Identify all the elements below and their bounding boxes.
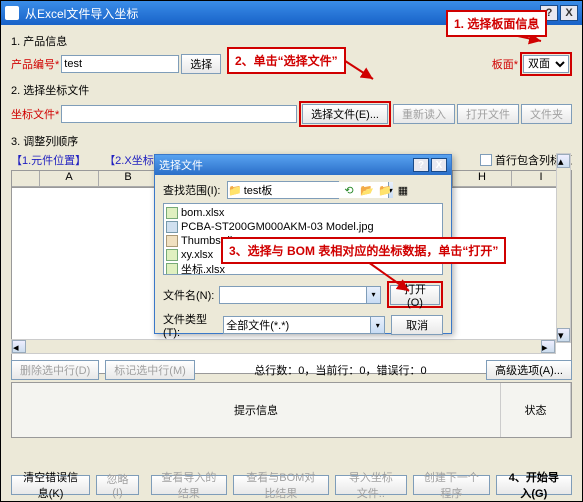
lookin-combo[interactable]: 📁 ▾: [227, 181, 339, 199]
jpg-icon: [166, 221, 178, 233]
xlsx-icon: [166, 249, 178, 261]
view-bom-compare-button[interactable]: 查看与BOM对比结果: [233, 475, 328, 495]
open-file-button[interactable]: 打开文件: [457, 104, 519, 124]
section3-label: 3. 调整列顺序: [11, 133, 572, 149]
ignore-button[interactable]: 忽略(I): [96, 475, 139, 495]
grid-header[interactable]: A: [40, 171, 99, 187]
delete-selected-button[interactable]: 删除选中行(D): [11, 360, 99, 380]
db-icon: [166, 235, 178, 247]
grid-corner: [12, 171, 40, 187]
clear-errors-button[interactable]: 清空错误信息(K): [11, 475, 90, 495]
side-select[interactable]: 双面: [523, 55, 569, 73]
chevron-down-icon[interactable]: ▾: [370, 317, 384, 333]
annotation-2: 2、单击“选择文件”: [227, 47, 346, 74]
back-icon[interactable]: ⟲: [341, 182, 357, 198]
choose-file-button[interactable]: 选择文件(E)...: [302, 104, 388, 124]
chevron-down-icon[interactable]: ▾: [366, 287, 380, 303]
product-number-label: 产品编号*: [11, 56, 59, 72]
grid-header[interactable]: B: [99, 171, 158, 187]
file-dialog-close-button[interactable]: X: [431, 158, 447, 172]
folder-button[interactable]: 文件夹: [521, 104, 572, 124]
filename-label: 文件名(N):: [163, 287, 217, 303]
advanced-options-button[interactable]: 高级选项(A)...: [486, 360, 572, 380]
side-label: 板面*: [492, 56, 518, 72]
row-counter-label: 总行数：0，当前行：0，错误行：0: [254, 362, 426, 378]
filename-combo[interactable]: ▾: [219, 286, 381, 304]
dialog-cancel-button[interactable]: 取消: [391, 315, 443, 335]
new-folder-icon[interactable]: 📁: [377, 182, 393, 198]
scroll-left-button[interactable]: ◂: [12, 340, 26, 353]
up-folder-icon[interactable]: 📂: [359, 182, 375, 198]
close-button[interactable]: X: [560, 5, 578, 21]
filetype-input[interactable]: [224, 317, 370, 333]
vertical-scrollbar[interactable]: ▴ ▾: [556, 153, 571, 343]
scroll-up-button[interactable]: ▴: [557, 154, 570, 168]
dialog-open-button[interactable]: 打开(O): [390, 285, 440, 305]
coord-file-input[interactable]: [61, 105, 297, 123]
product-number-input[interactable]: [61, 55, 179, 73]
annotation-1: 1. 选择板面信息: [446, 10, 547, 37]
file-dialog-title: 选择文件: [159, 157, 411, 173]
grid-header[interactable]: H: [453, 171, 512, 187]
file-dialog-help-button[interactable]: ?: [413, 158, 429, 172]
first-row-header-checkbox[interactable]: [480, 154, 492, 166]
annotation-3: 3、选择与 BOM 表相对应的坐标数据，单击“打开”: [221, 237, 506, 264]
views-icon[interactable]: ▦: [395, 182, 411, 198]
section2-label: 2. 选择坐标文件: [11, 82, 572, 98]
file-item[interactable]: PCBA-ST200GM000AKM-03 Model.jpg: [166, 220, 440, 234]
start-import-button[interactable]: 4、开始导入(G): [496, 475, 572, 495]
filename-input[interactable]: [220, 287, 366, 303]
select-product-button[interactable]: 选择: [181, 54, 221, 74]
status-column-label: 状态: [525, 402, 547, 418]
reload-button[interactable]: 重新读入: [393, 104, 455, 124]
info-panel: 提示信息 状态: [11, 382, 572, 438]
view-result-button[interactable]: 查看导入的结果: [151, 475, 227, 495]
coord-file-label: 坐标文件*: [11, 106, 59, 122]
mark-selected-button[interactable]: 标记选中行(M): [105, 360, 195, 380]
lookin-label: 查找范围(I):: [163, 182, 225, 198]
bottom-bar: 清空错误信息(K) 忽略(I) 查看导入的结果 查看与BOM对比结果 导入坐标文…: [1, 469, 582, 501]
file-dialog-titlebar: 选择文件 ? X: [155, 155, 451, 175]
xlsx-icon: [166, 207, 178, 219]
create-next-button[interactable]: 创建下一个程序: [413, 475, 489, 495]
filetype-label: 文件类型(T):: [163, 311, 221, 339]
scroll-right-button[interactable]: ▸: [541, 340, 555, 353]
app-icon: [5, 6, 19, 20]
info-column-label: 提示信息: [234, 402, 278, 418]
xlsx-icon: [166, 263, 178, 275]
file-item[interactable]: bom.xlsx: [166, 206, 440, 220]
scroll-down-button[interactable]: ▾: [557, 328, 570, 342]
col1-label[interactable]: 【1.元件位置】: [11, 152, 86, 168]
import-coord-button[interactable]: 导入坐标文件..: [335, 475, 408, 495]
filetype-combo[interactable]: ▾: [223, 316, 385, 334]
